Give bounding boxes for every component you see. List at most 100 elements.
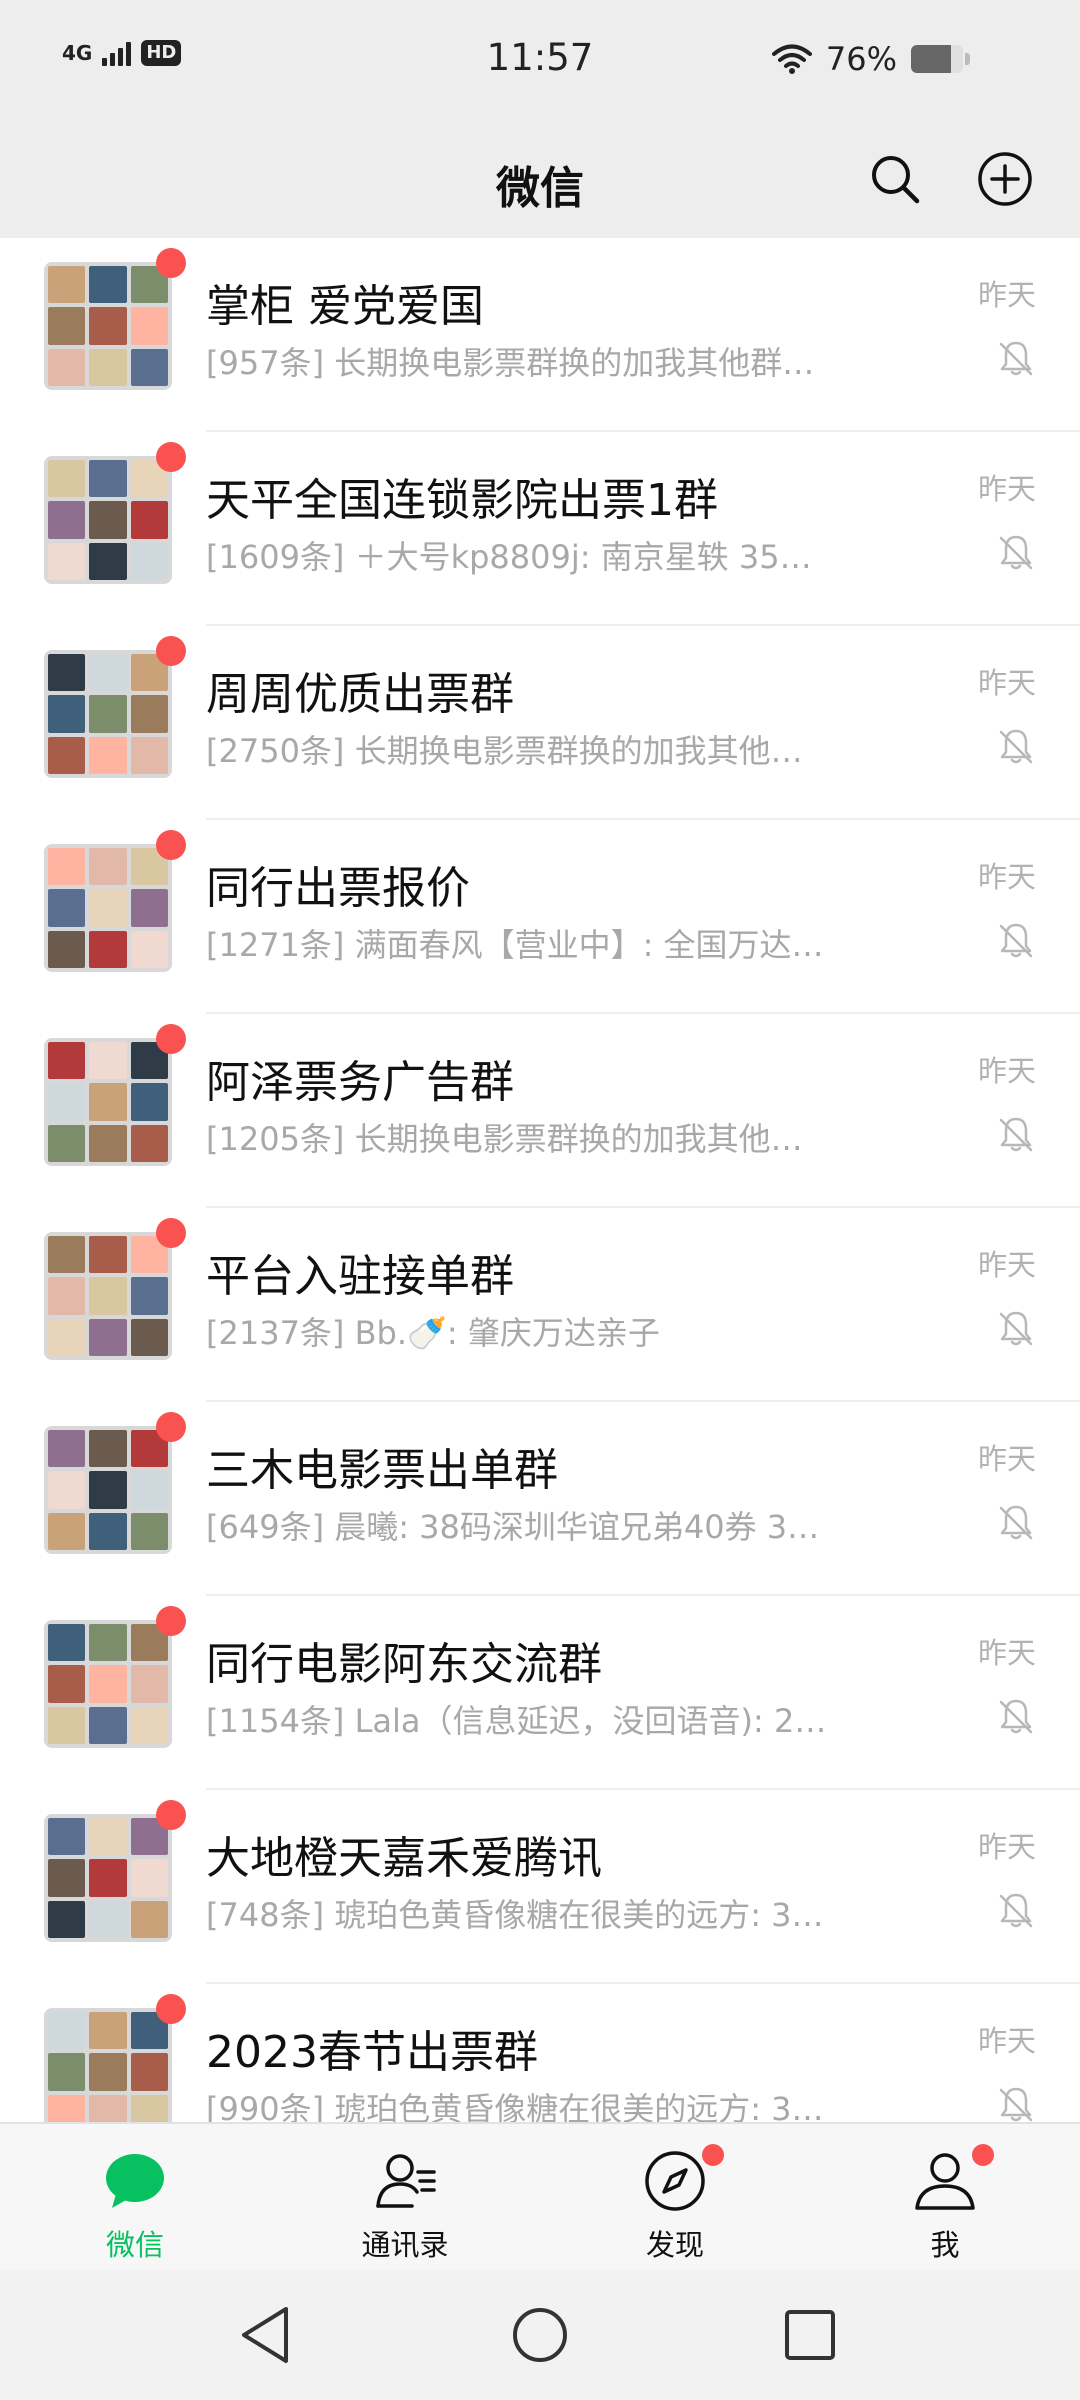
chat-list-item[interactable]: 平台入驻接单群 [2137条] Bb.🍼: 肇庆万达亲子 昨天 bbox=[0, 1208, 1080, 1402]
tab-label: 通讯录 bbox=[361, 2228, 449, 2262]
chat-preview: [649条] 晨曦: 38码深圳华谊兄弟40券 3… bbox=[206, 1508, 820, 1546]
avatar-tile bbox=[130, 1471, 168, 1509]
chat-preview: [1154条] Lala（信息延迟，没回语音): 2… bbox=[206, 1702, 827, 1740]
chat-preview: [748条] 琥珀色黄昏像糖在很美的远方: 3… bbox=[206, 1896, 824, 1934]
avatar-tile bbox=[89, 307, 127, 345]
unread-dot bbox=[156, 442, 186, 472]
muted-bell-icon bbox=[999, 923, 1033, 958]
compass-icon bbox=[645, 2151, 705, 2211]
tab-chats[interactable]: 微信 bbox=[0, 2124, 270, 2270]
chat-list-item[interactable]: 大地橙天嘉禾爱腾讯 [748条] 琥珀色黄昏像糖在很美的远方: 3… 昨天 bbox=[0, 1790, 1080, 1984]
avatar-tile bbox=[48, 266, 86, 304]
avatar-tile bbox=[89, 501, 127, 539]
avatar-tile bbox=[130, 736, 168, 774]
app-header: 微信 bbox=[0, 124, 1080, 238]
avatar-tile bbox=[48, 2012, 86, 2050]
tab-discover[interactable]: 发现 bbox=[540, 2124, 810, 2270]
avatar-tile bbox=[48, 1624, 86, 1662]
avatar-tile bbox=[89, 1042, 127, 1080]
avatar-tile bbox=[48, 1083, 86, 1121]
avatar-tile bbox=[89, 2094, 127, 2122]
avatar-tile bbox=[48, 501, 86, 539]
muted-bell-icon bbox=[999, 2087, 1033, 2122]
chat-name: 2023春节出票群 bbox=[206, 2027, 538, 2078]
avatar-tile bbox=[48, 1318, 86, 1356]
avatar-tile bbox=[48, 1124, 86, 1162]
avatar-tile bbox=[89, 1083, 127, 1121]
avatar-tile bbox=[48, 736, 86, 774]
chat-list-item[interactable]: 周周优质出票群 [2750条] 长期换电影票群换的加我其他… 昨天 bbox=[0, 626, 1080, 820]
chat-name: 大地橙天嘉禾爱腾讯 bbox=[206, 1833, 602, 1884]
avatar-tile bbox=[89, 542, 127, 580]
avatar-tile bbox=[48, 1512, 86, 1550]
avatar-tile bbox=[130, 889, 168, 927]
chat-name: 掌柜 爱党爱国 bbox=[206, 281, 484, 332]
chat-time: 昨天 bbox=[977, 1636, 1036, 1670]
chat-preview: [1609条] ＋大号kp8809j: 南京星轶 35… bbox=[206, 538, 812, 576]
avatar-tile bbox=[89, 2012, 127, 2050]
avatar-tile bbox=[48, 1471, 86, 1509]
chat-list-item[interactable]: 阿泽票务广告群 [1205条] 长期换电影票群换的加我其他… 昨天 bbox=[0, 1014, 1080, 1208]
avatar-tile bbox=[48, 542, 86, 580]
chat-preview: [1205条] 长期换电影票群换的加我其他… bbox=[206, 1120, 803, 1158]
home-button[interactable] bbox=[507, 2302, 573, 2368]
chat-list-item[interactable]: 掌柜 爱党爱国 [957条] 长期换电影票群换的加我其他群… 昨天 bbox=[0, 238, 1080, 432]
battery-percent: 76% bbox=[825, 40, 897, 78]
avatar-tile bbox=[48, 460, 86, 498]
unread-dot bbox=[156, 1606, 186, 1636]
recents-square-icon bbox=[785, 2310, 835, 2360]
chat-list-item[interactable]: 同行出票报价 [1271条] 满面春风【营业中】: 全国万达… 昨天 bbox=[0, 820, 1080, 1014]
avatar-tile bbox=[48, 1430, 86, 1468]
avatar-tile bbox=[48, 930, 86, 968]
chat-list[interactable]: 掌柜 爱党爱国 [957条] 长期换电影票群换的加我其他群… 昨天 天平全国连锁… bbox=[0, 238, 1080, 2122]
chat-time: 昨天 bbox=[977, 1248, 1036, 1282]
wifi-icon bbox=[771, 44, 812, 74]
avatar-tile bbox=[48, 1900, 86, 1938]
avatar-tile bbox=[89, 1665, 127, 1703]
battery-fill bbox=[911, 45, 951, 73]
back-button[interactable] bbox=[232, 2302, 298, 2368]
search-button[interactable] bbox=[860, 144, 930, 214]
chat-bubble-icon bbox=[106, 2154, 164, 2208]
chat-preview: [2137条] Bb.🍼: 肇庆万达亲子 bbox=[206, 1314, 660, 1352]
chat-preview: [2750条] 长期换电影票群换的加我其他… bbox=[206, 732, 803, 770]
unread-dot bbox=[972, 2144, 994, 2166]
unread-dot bbox=[702, 2144, 724, 2166]
avatar-tile bbox=[130, 1859, 168, 1897]
tab-me[interactable]: 我 bbox=[810, 2124, 1080, 2270]
group-avatar bbox=[44, 248, 186, 390]
avatar bbox=[44, 1814, 172, 1942]
chat-preview: [957条] 长期换电影票群换的加我其他群… bbox=[206, 344, 815, 382]
avatar-tile bbox=[130, 1512, 168, 1550]
avatar bbox=[44, 1426, 172, 1554]
chat-list-item[interactable]: 同行电影阿东交流群 [1154条] Lala（信息延迟，没回语音): 2… 昨天 bbox=[0, 1596, 1080, 1790]
avatar-tile bbox=[89, 1512, 127, 1550]
unread-dot bbox=[156, 248, 186, 278]
muted-bell-icon bbox=[999, 1505, 1033, 1540]
unread-dot bbox=[156, 1800, 186, 1830]
chat-list-item[interactable]: 天平全国连锁影院出票1群 [1609条] ＋大号kp8809j: 南京星轶 35… bbox=[0, 432, 1080, 626]
tab-contacts[interactable]: 通讯录 bbox=[270, 2124, 540, 2270]
avatar bbox=[44, 1232, 172, 1360]
avatar-tile bbox=[89, 1900, 127, 1938]
recents-button[interactable] bbox=[777, 2302, 843, 2368]
avatar-tile bbox=[130, 542, 168, 580]
chat-list-item[interactable]: 2023春节出票群 [990条] 琥珀色黄昏像糖在很美的远方: 3… 昨天 bbox=[0, 1984, 1080, 2122]
avatar-tile bbox=[89, 695, 127, 733]
avatar-tile bbox=[130, 1665, 168, 1703]
avatar-tile bbox=[48, 1277, 86, 1315]
avatar-tile bbox=[130, 1124, 168, 1162]
add-button[interactable] bbox=[970, 144, 1040, 214]
chat-list-item[interactable]: 三木电影票出单群 [649条] 晨曦: 38码深圳华谊兄弟40券 3… 昨天 bbox=[0, 1402, 1080, 1596]
avatar-tile bbox=[130, 2094, 168, 2122]
battery-icon bbox=[911, 45, 963, 73]
bottom-tab-bar: 微信 通讯录 发现 我 bbox=[0, 2122, 1080, 2270]
avatar bbox=[44, 456, 172, 584]
chat-preview: [990条] 琥珀色黄昏像糖在很美的远方: 3… bbox=[206, 2090, 824, 2122]
avatar-tile bbox=[130, 348, 168, 386]
unread-dot bbox=[156, 1024, 186, 1054]
avatar-tile bbox=[48, 1665, 86, 1703]
avatar bbox=[44, 1038, 172, 1166]
avatar-tile bbox=[89, 266, 127, 304]
chat-name: 周周优质出票群 bbox=[206, 669, 514, 720]
